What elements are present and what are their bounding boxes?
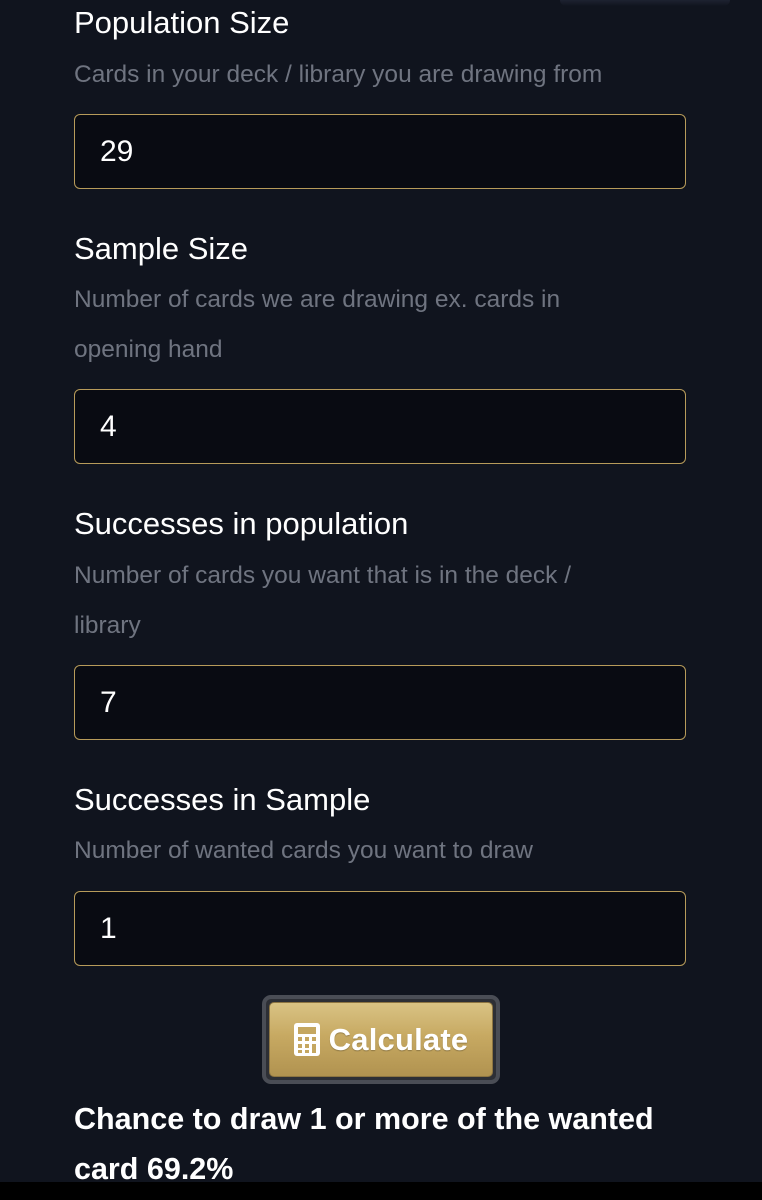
population-size-input[interactable] bbox=[74, 114, 686, 189]
sample-size-input[interactable] bbox=[74, 389, 686, 464]
successes-in-population-label: Successes in population bbox=[74, 506, 409, 541]
calculator-icon bbox=[293, 1023, 320, 1056]
successes-in-sample-input[interactable] bbox=[74, 891, 686, 966]
calculate-button-label: Calculate bbox=[328, 1021, 469, 1057]
calculate-button[interactable]: Calculate bbox=[262, 995, 500, 1084]
top-edge-shadow bbox=[560, 0, 730, 6]
sample-size-help: Number of cards we are drawing ex. cards… bbox=[74, 286, 561, 363]
result-text: Chance to draw 1 or more of the wanted c… bbox=[74, 1102, 654, 1186]
successes-in-sample-help: Number of wanted cards you want to draw bbox=[74, 837, 533, 864]
successes-in-population-help: Number of cards you want that is in the … bbox=[74, 562, 572, 639]
population-size-label: Population Size bbox=[74, 5, 290, 40]
population-size-help: Cards in your deck / library you are dra… bbox=[74, 61, 603, 88]
system-navigation-bar bbox=[0, 1182, 762, 1200]
calculate-button-face: Calculate bbox=[269, 1002, 493, 1077]
sample-size-label: Sample Size bbox=[74, 231, 249, 266]
successes-in-sample-label: Successes in Sample bbox=[74, 782, 371, 817]
successes-in-population-input[interactable] bbox=[74, 665, 686, 740]
